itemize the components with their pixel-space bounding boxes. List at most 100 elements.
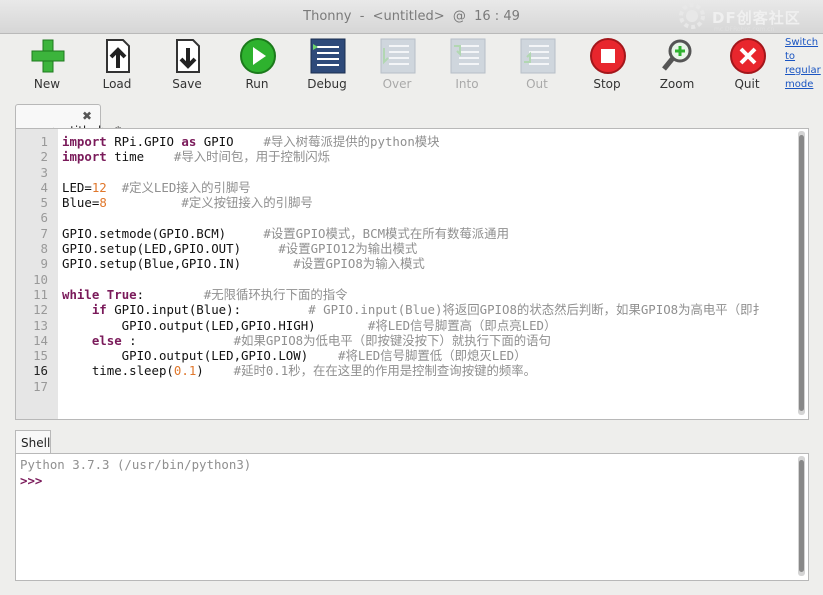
new-button-label: New: [33, 77, 61, 91]
code-line[interactable]: 2 import time #导入时间包，用于控制闪烁: [16, 149, 796, 164]
watermark-text: DF创客社区: [712, 9, 801, 27]
code-line[interactable]: 3: [16, 165, 796, 180]
line-number: 5: [40, 195, 48, 211]
code-token: GPIO.output(LED,GPIO.LOW): [62, 348, 339, 364]
shell-panel[interactable]: Python 3.7.3 (/usr/bin/python3) >>>: [15, 453, 809, 581]
line-number: 15: [33, 348, 48, 364]
code-token: time.sleep(: [62, 363, 174, 379]
code-text: GPIO.setup(LED,GPIO.OUT) #设置GPIO12为输出模式: [62, 241, 417, 256]
editor-scrollbar-thumb[interactable]: [799, 135, 804, 411]
load-icon: [98, 36, 138, 76]
code-keyword: if: [91, 302, 107, 318]
code-token: GPIO.setup(Blue,GPIO.IN): [62, 256, 294, 272]
line-number: 1: [40, 134, 48, 149]
shell-prompt[interactable]: >>>: [20, 473, 42, 488]
load-button-label: Load: [102, 77, 132, 91]
editor-tabstrip: <untitled> * ✖: [0, 102, 823, 138]
zoom-icon: [658, 36, 698, 76]
code-comment: #导入树莓派提供的python模块: [263, 134, 440, 149]
code-line[interactable]: 15 GPIO.output(LED,GPIO.LOW) #将LED信号脚置低（…: [16, 348, 796, 363]
code-line[interactable]: 17: [16, 379, 796, 394]
code-number: 0.1: [173, 363, 197, 379]
switch-mode-link[interactable]: Switch to regular mode: [785, 36, 823, 92]
zoom-button-label: Zoom: [659, 77, 695, 91]
code-keyword: import: [62, 149, 107, 165]
code-line[interactable]: 4 LED=12 #定义LED接入的引脚号: [16, 180, 796, 195]
tab-shell[interactable]: Shell: [15, 430, 51, 454]
code-line[interactable]: 9 GPIO.setup(Blue,GPIO.IN) #设置GPIO8为输入模式: [16, 256, 796, 271]
code-line[interactable]: 13 GPIO.output(LED,GPIO.HIGH) #将LED信号脚置高…: [16, 318, 796, 333]
line-number: 9: [40, 256, 48, 272]
code-keyword: while: [62, 286, 100, 302]
zoom-button[interactable]: Zoom: [644, 34, 710, 98]
new-file-icon: [28, 36, 68, 76]
code-comment: #定义按钮接入的引脚号: [181, 195, 313, 211]
code-comment: #将LED信号脚置低（即熄灭LED）: [338, 348, 527, 364]
code-text: time.sleep(0.1) #延时0.1秒，在在这里的作用是控制查询按键的频…: [62, 363, 536, 378]
code-token: GPIO.setmode(GPIO.BCM): [62, 225, 264, 241]
code-token: GPIO.input(Blue):: [106, 302, 309, 318]
code-line[interactable]: 12 if GPIO.input(Blue): # GPIO.input(Blu…: [16, 302, 796, 317]
shell-scrollbar-thumb[interactable]: [799, 460, 804, 572]
code-token: :: [121, 332, 234, 348]
code-keyword: else: [91, 332, 122, 348]
code-text: GPIO.setmode(GPIO.BCM) #设置GPIO模式，BCM模式在所…: [62, 226, 509, 241]
code-line[interactable]: 5 Blue=8 #定义按钮接入的引脚号: [16, 195, 796, 210]
stop-button[interactable]: Stop: [574, 34, 640, 98]
quit-icon: [728, 36, 768, 76]
shell-vertical-scrollbar[interactable]: [798, 456, 805, 576]
stop-button-label: Stop: [593, 77, 621, 91]
code-line[interactable]: 6: [16, 210, 796, 225]
run-button[interactable]: Run: [224, 34, 290, 98]
load-button[interactable]: Load: [84, 34, 150, 98]
code-token: RPi.GPIO: [106, 134, 182, 149]
stop-icon: [588, 36, 628, 76]
code-text: GPIO.setup(Blue,GPIO.IN) #设置GPIO8为输入模式: [62, 256, 425, 271]
shell-banner: Python 3.7.3 (/usr/bin/python3): [20, 457, 252, 472]
watermark-logo: DF创客社区 mc.DFRobot.com.cn: [668, 2, 818, 36]
code-comment: #导入时间包，用于控制闪烁: [173, 149, 331, 165]
into-button-label: Into: [455, 77, 479, 91]
watermark-subtext: mc.DFRobot.com.cn: [714, 26, 775, 33]
tab-untitled[interactable]: <untitled> * ✖: [15, 104, 121, 138]
code-text: if GPIO.input(Blue): # GPIO.input(Blue)将…: [62, 302, 765, 317]
line-number: 10: [33, 271, 48, 287]
code-text: import RPi.GPIO as GPIO #导入树莓派提供的python模…: [62, 134, 440, 149]
code-line[interactable]: 7 GPIO.setmode(GPIO.BCM) #设置GPIO模式，BCM模式在…: [16, 226, 796, 241]
gear-logo-icon: [679, 3, 705, 29]
code-token: GPIO.setup(LED,GPIO.OUT): [62, 241, 279, 257]
code-token: GPIO.output(LED,GPIO.HIGH): [62, 317, 368, 333]
code-number: 8: [99, 195, 107, 211]
code-text: LED=12 #定义LED接入的引脚号: [62, 180, 251, 195]
editor-vertical-scrollbar[interactable]: [798, 131, 805, 415]
quit-button-label: Quit: [734, 77, 760, 91]
close-tab-icon[interactable]: ✖: [82, 109, 92, 123]
new-button[interactable]: New: [14, 34, 80, 98]
code-token: LED=: [62, 179, 92, 195]
code-comment: #定义LED接入的引脚号: [121, 179, 251, 195]
code-editor[interactable]: 1 import RPi.GPIO as GPIO #导入树莓派提供的python…: [15, 128, 809, 420]
code-line[interactable]: 11 while True: #无限循环执行下面的指令: [16, 287, 796, 302]
code-line[interactable]: 14 else : #如果GPIO8为低电平（即按键没按下）就执行下面的语句: [16, 333, 796, 348]
save-button-label: Save: [172, 77, 202, 91]
step-out-icon: [518, 36, 558, 76]
step-into-icon: [448, 36, 488, 76]
save-button[interactable]: Save: [154, 34, 220, 98]
code-line[interactable]: 1 import RPi.GPIO as GPIO #导入树莓派提供的python…: [16, 134, 796, 149]
quit-button[interactable]: Quit: [714, 34, 780, 98]
code-comment: #设置GPIO8为输入模式: [293, 256, 425, 272]
code-text: else : #如果GPIO8为低电平（即按键没按下）就执行下面的语句: [62, 333, 551, 348]
code-line[interactable]: 10: [16, 272, 796, 287]
step-over-icon: [378, 36, 418, 76]
line-number: 3: [40, 164, 48, 180]
code-token: time: [106, 149, 174, 165]
thonny-window: New Load Save Run Debug Over Into Out Stop Zoom Qu…: [0, 34, 823, 595]
code-text: Blue=8 #定义按钮接入的引脚号: [62, 195, 313, 210]
code-lines[interactable]: 1 import RPi.GPIO as GPIO #导入树莓派提供的python…: [16, 134, 796, 394]
code-line[interactable]: 8 GPIO.setup(LED,GPIO.OUT) #设置GPIO12为输出模式: [16, 241, 796, 256]
code-line[interactable]: 16 time.sleep(0.1) #延时0.1秒，在在这里的作用是控制查询按…: [16, 363, 796, 378]
debug-button[interactable]: Debug: [294, 34, 360, 98]
